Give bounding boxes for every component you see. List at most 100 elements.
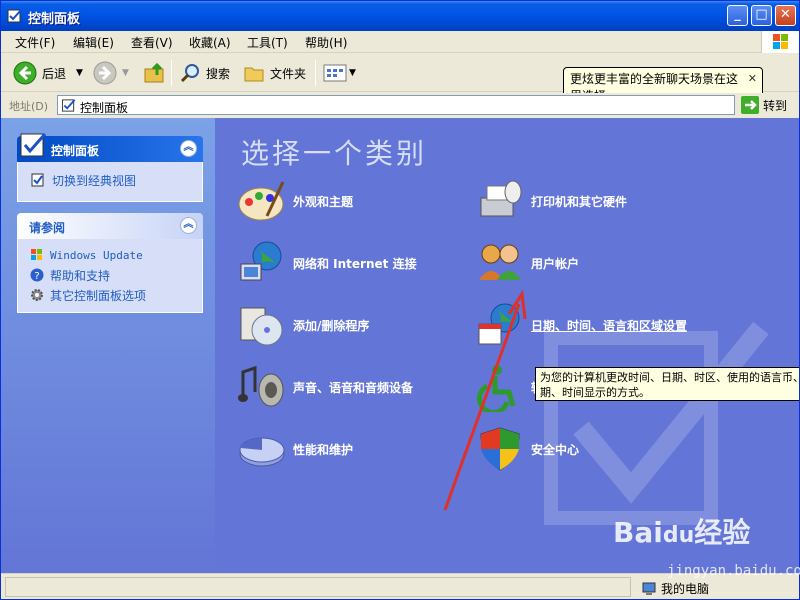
category-label: 日期、时间、语言和区域设置	[531, 318, 688, 333]
address-input[interactable]: 控制面板	[57, 95, 735, 115]
collapse-icon[interactable]: ︽	[180, 217, 197, 234]
toolbar-separator	[315, 60, 316, 86]
folders-icon	[244, 67, 264, 82]
folders-button[interactable]: 文件夹	[243, 60, 306, 86]
window-title: 控制面板	[28, 12, 81, 27]
views-button[interactable]: ▼	[323, 60, 356, 86]
computer-icon	[642, 582, 656, 595]
baidu-brand-suffix: 经验	[694, 516, 751, 549]
users-icon	[479, 244, 521, 280]
category-appearance-themes[interactable]: 外观和主题	[237, 176, 353, 226]
minimize-button[interactable]: _	[727, 5, 748, 26]
search-button[interactable]: 搜索	[179, 60, 230, 86]
windows-update-link[interactable]: Windows Update	[18, 245, 202, 265]
control-panel-window: 控制面板 _ □ ✕ 文件(F) 编辑(E) 查看(V) 收藏(A) 工具(T)…	[0, 0, 800, 600]
windows-update-label: Windows Update	[50, 248, 143, 262]
globe-network-icon	[240, 241, 282, 281]
gear-icon	[31, 289, 43, 301]
task-pane: 控制面板 ︽ 切换到经典视图 请参阅 ︽ Windows Update ? 帮助…	[1, 118, 215, 573]
back-label: 后退	[42, 66, 67, 81]
back-button[interactable]: 后退 ▼	[13, 60, 83, 86]
address-bar: 地址(D) 控制面板 转到	[1, 93, 799, 117]
baidu-watermark: Baidu经验	[613, 516, 751, 549]
panel-header[interactable]: 请参阅 ︽	[17, 213, 203, 239]
menu-favorites[interactable]: 收藏(A)	[189, 34, 231, 51]
printer-icon	[480, 180, 522, 217]
up-button[interactable]	[143, 60, 167, 86]
views-dropdown-icon[interactable]: ▼	[349, 68, 356, 78]
search-icon	[180, 64, 199, 83]
category-security-center[interactable]: 安全中心	[475, 424, 579, 474]
svg-text:?: ?	[34, 271, 39, 282]
windows-logo-icon	[761, 31, 799, 53]
category-label: 性能和维护	[293, 442, 354, 457]
category-add-remove-programs[interactable]: 添加/删除程序	[237, 300, 369, 350]
help-support-link[interactable]: ? 帮助和支持	[18, 265, 202, 285]
menu-bar: 文件(F) 编辑(E) 查看(V) 收藏(A) 工具(T) 帮助(H)	[1, 31, 799, 53]
address-label: 地址(D)	[9, 100, 49, 113]
close-icon[interactable]: ✕	[748, 70, 757, 87]
baidu-brand: Bai	[613, 516, 663, 549]
folder-up-icon	[144, 62, 164, 83]
page-title: 选择一个类别	[241, 137, 428, 170]
back-dropdown-icon[interactable]: ▼	[76, 68, 83, 78]
speaker-music-icon	[238, 365, 284, 407]
other-options-link[interactable]: 其它控制面板选项	[18, 285, 202, 305]
menu-edit[interactable]: 编辑(E)	[73, 34, 114, 51]
category-date-time-language[interactable]: 日期、时间、语言和区域设置	[475, 300, 687, 350]
category-label: 安全中心	[531, 442, 580, 457]
category-sounds-speech-audio[interactable]: 声音、语音和音频设备	[237, 362, 413, 412]
windows-update-icon	[31, 249, 42, 260]
switch-classic-view-label: 切换到经典视图	[52, 173, 137, 188]
category-label: 外观和主题	[293, 194, 354, 209]
forward-button[interactable]: ▼	[93, 60, 129, 86]
control-panel-icon	[7, 9, 22, 23]
status-computer-label: 我的电脑	[661, 582, 710, 596]
forward-arrow-icon	[93, 61, 117, 85]
accessibility-icon	[476, 365, 516, 412]
maximize-button[interactable]: □	[751, 5, 772, 26]
pie-chart-icon	[239, 437, 285, 467]
category-label: 添加/删除程序	[293, 318, 370, 333]
calendar-globe-icon	[478, 303, 520, 345]
baidu-url: jingyan.baidu.com	[667, 563, 800, 579]
category-printers-hardware[interactable]: 打印机和其它硬件	[475, 176, 627, 226]
go-label: 转到	[763, 98, 788, 113]
category-label: 用户帐户	[531, 256, 580, 271]
title-bar[interactable]: 控制面板 _ □ ✕	[1, 1, 799, 31]
menu-view[interactable]: 查看(V)	[131, 34, 173, 51]
content-area: 控制面板 ︽ 切换到经典视图 请参阅 ︽ Windows Update ? 帮助…	[1, 118, 799, 573]
search-label: 搜索	[206, 66, 231, 81]
control-panel-large-icon	[20, 133, 47, 157]
status-zone: 我的电脑	[641, 580, 709, 597]
panel-body: 切换到经典视图	[17, 162, 203, 202]
category-label: 打印机和其它硬件	[531, 194, 628, 209]
menu-help[interactable]: 帮助(H)	[305, 34, 347, 51]
control-panel-icon	[61, 99, 76, 112]
category-performance-maintenance[interactable]: 性能和维护	[237, 424, 353, 474]
toolbar-separator	[171, 60, 172, 86]
forward-dropdown-icon[interactable]: ▼	[122, 68, 129, 78]
category-network-internet[interactable]: 网络和 Internet 连接	[237, 238, 417, 288]
switch-classic-view-link[interactable]: 切换到经典视图	[18, 170, 202, 190]
category-tooltip: 为您的计算机更改时间、日期、时区、使用的语言币、日期、时间显示的方式。	[535, 367, 799, 401]
category-label: 网络和 Internet 连接	[293, 256, 417, 271]
help-support-label: 帮助和支持	[50, 268, 111, 283]
folders-label: 文件夹	[270, 66, 307, 81]
help-icon: ?	[30, 268, 44, 282]
status-cell	[5, 577, 631, 597]
collapse-icon[interactable]: ︽	[180, 140, 197, 157]
go-arrow-icon	[741, 96, 759, 114]
close-button[interactable]: ✕	[775, 5, 796, 26]
panel-title: 请参阅	[29, 221, 66, 235]
other-options-label: 其它控制面板选项	[50, 288, 147, 303]
menu-file[interactable]: 文件(F)	[15, 34, 55, 51]
menu-tools[interactable]: 工具(T)	[247, 34, 288, 51]
panel-header[interactable]: 控制面板 ︽	[17, 133, 203, 162]
go-button[interactable]: 转到	[741, 96, 787, 114]
category-accessibility[interactable]: 辅	[475, 362, 543, 412]
shield-icon	[480, 427, 520, 471]
panel-title: 控制面板	[51, 144, 100, 158]
category-user-accounts[interactable]: 用户帐户	[475, 238, 579, 288]
views-icon	[323, 64, 347, 82]
